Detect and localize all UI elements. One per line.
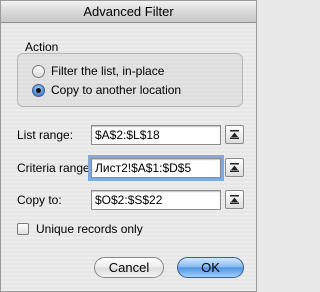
filter-in-place-radio[interactable] [32,64,45,78]
list-range-collapse-button[interactable] [225,125,244,144]
range-collapse-icon [230,163,239,172]
criteria-range-label: Criteria range: [17,161,94,175]
copy-to-location-label: Copy to another location [51,83,182,97]
unique-records-checkbox[interactable] [17,223,29,235]
range-collapse-icon [230,130,239,139]
range-collapse-icon [230,195,239,204]
filter-in-place-label: Filter the list, in-place [51,64,165,78]
dialog-title: Advanced Filter [1,1,256,23]
action-group-label: Action [25,40,59,54]
copy-to-label: Copy to: [17,193,62,207]
ok-button[interactable]: OK [177,257,244,278]
unique-records-label: Unique records only [36,222,143,236]
list-range-input[interactable]: $A$2:$L$18 [91,125,221,145]
copy-to-input[interactable]: $O$2:$S$22 [91,190,221,210]
unique-records-option[interactable]: Unique records only [17,222,143,236]
advanced-filter-dialog: Advanced Filter Action Filter the list, … [0,0,257,292]
criteria-range-input[interactable]: Лист2!$A$1:$D$5 [88,155,224,181]
action-group-box [17,53,243,107]
list-range-label: List range: [17,128,74,142]
cancel-button[interactable]: Cancel [94,257,164,278]
filter-in-place-option[interactable]: Filter the list, in-place [32,63,164,79]
criteria-range-collapse-button[interactable] [225,158,244,177]
copy-to-location-option[interactable]: Copy to another location [32,82,181,98]
copy-to-location-radio[interactable] [32,83,45,97]
copy-to-collapse-button[interactable] [225,190,244,209]
